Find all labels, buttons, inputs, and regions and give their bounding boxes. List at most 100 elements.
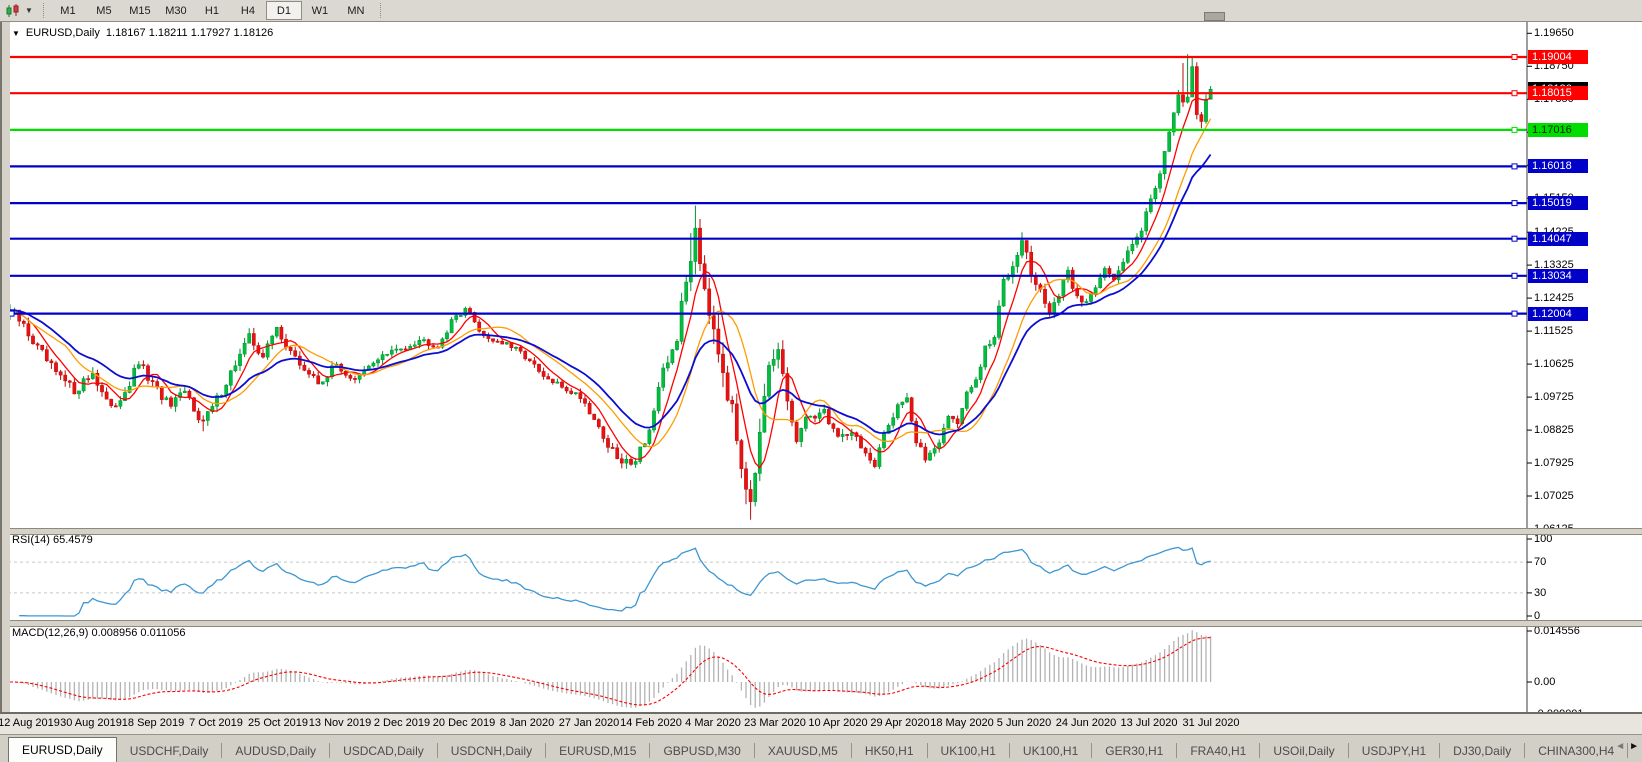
tab-FRA40,H1[interactable]: FRA40,H1 — [1177, 739, 1259, 762]
date-label: 4 Mar 2020 — [685, 717, 741, 729]
moving-average-line-fast — [9, 97, 1211, 469]
date-label: 23 Mar 2020 — [744, 717, 806, 729]
level-price-label: 1.13034 — [1528, 269, 1588, 283]
timeframe-button-H1[interactable]: H1 — [194, 1, 230, 20]
horizontal-level-lines[interactable] — [8, 54, 1527, 317]
toolbar: ▼ M1 M5 M15 M30 H1 H4 D1 W1 MN — [0, 0, 1642, 22]
timeframe-button-M5[interactable]: M5 — [86, 1, 122, 20]
level-price-label: 1.15019 — [1528, 196, 1588, 210]
tab-CHINA300,H4[interactable]: CHINA300,H4 — [1525, 739, 1627, 762]
tab-EURUSD,Daily[interactable]: EURUSD,Daily — [8, 737, 117, 762]
chart-canvas[interactable] — [0, 0, 1642, 761]
level-price-label: 1.19004 — [1528, 50, 1588, 64]
chart-title: ▼ EURUSD,Daily 1.18167 1.18211 1.17927 1… — [12, 27, 273, 39]
date-label: 10 Apr 2020 — [808, 717, 868, 729]
date-label: 31 Jul 2020 — [1182, 717, 1240, 729]
level-handle[interactable] — [1511, 272, 1518, 279]
tab-USDJPY,H1[interactable]: USDJPY,H1 — [1349, 739, 1439, 762]
tab-scroll-right-icon[interactable]: ► — [1629, 741, 1639, 752]
toolbar-grip-end — [379, 3, 381, 18]
price-tick-label: 1.19650 — [1534, 27, 1574, 39]
tab-HK50,H1[interactable]: HK50,H1 — [852, 739, 927, 762]
price-tick-label: 1.08825 — [1534, 424, 1574, 436]
timeframe-button-D1[interactable]: D1 — [265, 1, 302, 20]
price-tick-label: 1.07925 — [1534, 457, 1574, 469]
price-tick-label: 1.09725 — [1534, 391, 1574, 403]
tab-USDCNH,Daily[interactable]: USDCNH,Daily — [438, 739, 545, 762]
macd-signal-line — [10, 636, 1211, 706]
date-label: 13 Jul 2020 — [1120, 717, 1178, 729]
candles-layer — [8, 54, 1213, 520]
level-handle[interactable] — [1511, 126, 1518, 133]
date-label: 8 Jan 2020 — [499, 717, 555, 729]
level-price-label: 1.12004 — [1528, 307, 1588, 321]
macd-axis-label: 0.00 — [1534, 676, 1556, 688]
tab-scroll-controls: ◄ ► — [1615, 741, 1639, 752]
price-tick-label: 1.10625 — [1534, 358, 1574, 370]
chart-bottom-border — [0, 712, 1642, 714]
timeframe-button-H4[interactable]: H4 — [230, 1, 266, 20]
window-left-border — [0, 21, 10, 712]
rsi-level-lines — [8, 561, 1527, 594]
date-label: 5 Jun 2020 — [996, 717, 1052, 729]
tab-USOil,Daily[interactable]: USOil,Daily — [1260, 739, 1347, 762]
level-handle[interactable] — [1511, 90, 1518, 97]
toolbar-grip — [42, 3, 44, 18]
price-tick-label: 1.11525 — [1534, 325, 1573, 337]
timeframe-button-M30[interactable]: M30 — [158, 1, 194, 20]
chart-hscroll-thumb[interactable] — [1204, 12, 1225, 21]
tab-USDCHF,Daily[interactable]: USDCHF,Daily — [117, 739, 222, 762]
tab-EURUSD,M15[interactable]: EURUSD,M15 — [546, 739, 649, 762]
chart-tab-bar: EURUSD,Daily USDCHF,Daily AUDUSD,Daily USDC… — [0, 734, 1642, 762]
chart-collapse-icon[interactable]: ▼ — [12, 29, 20, 38]
timeframe-button-MN[interactable]: MN — [338, 1, 374, 20]
tab-UK100,H1[interactable]: UK100,H1 — [1010, 739, 1091, 762]
level-handle[interactable] — [1511, 200, 1518, 207]
price-tick-label: 1.07025 — [1534, 490, 1574, 502]
date-label: 29 Apr 2020 — [870, 717, 930, 729]
date-label: 30 Aug 2019 — [60, 717, 122, 729]
tab-UK100,H1[interactable]: UK100,H1 — [928, 739, 1009, 762]
chart-type-dropdown-caret-icon[interactable]: ▼ — [25, 6, 33, 15]
rsi-indicator-label: RSI(14) 65.4579 — [12, 534, 93, 546]
time-axis[interactable]: 12 Aug 2019 30 Aug 2019 18 Sep 2019 7 Oct 2… — [0, 714, 1642, 734]
date-label: 7 Oct 2019 — [189, 717, 243, 729]
chart-symbol-label: EURUSD,Daily — [25, 27, 100, 39]
level-handle[interactable] — [1511, 54, 1518, 60]
level-price-label: 1.16018 — [1528, 159, 1588, 173]
timeframe-button-M15[interactable]: M15 — [122, 1, 158, 20]
tab-GER30,H1[interactable]: GER30,H1 — [1092, 739, 1176, 762]
tab-AUDUSD,Daily[interactable]: AUDUSD,Daily — [222, 739, 329, 762]
date-label: 20 Dec 2019 — [432, 717, 496, 729]
pane-splitter-macd[interactable] — [0, 620, 1642, 627]
level-price-label: 1.18015 — [1528, 86, 1588, 100]
macd-indicator-label: MACD(12,26,9) 0.008956 0.011056 — [12, 627, 186, 639]
level-handle[interactable] — [1511, 235, 1518, 242]
date-label: 24 Jun 2020 — [1055, 717, 1117, 729]
level-handle[interactable] — [1511, 310, 1518, 317]
date-label: 25 Oct 2019 — [248, 717, 308, 729]
rsi-axis-label: 30 — [1534, 587, 1547, 599]
level-price-label: 1.14047 — [1528, 232, 1588, 246]
date-label: 2 Dec 2019 — [373, 717, 431, 729]
tab-DJ30,Daily[interactable]: DJ30,Daily — [1440, 739, 1524, 762]
pane-splitter-rsi[interactable] — [0, 528, 1642, 535]
rsi-axis-label: 70 — [1534, 556, 1547, 568]
date-label: 27 Jan 2020 — [558, 717, 620, 729]
chart-ohlc-values: 1.18167 1.18211 1.17927 1.18126 — [105, 27, 274, 39]
tab-XAUUSD,M5[interactable]: XAUUSD,M5 — [755, 739, 851, 762]
level-handle[interactable] — [1511, 163, 1518, 170]
timeframe-button-W1[interactable]: W1 — [302, 1, 338, 20]
timeframe-button-M1[interactable]: M1 — [50, 1, 86, 20]
level-price-label: 1.17016 — [1528, 123, 1588, 137]
tab-scroll-left-icon[interactable]: ◄ — [1615, 741, 1625, 752]
timeframe-button-group: M1 M5 M15 M30 H1 H4 D1 W1 MN — [50, 1, 374, 20]
candlestick-chart-icon[interactable] — [3, 3, 25, 19]
tab-GBPUSD,M30[interactable]: GBPUSD,M30 — [650, 739, 753, 762]
date-label: 18 Sep 2019 — [121, 717, 185, 729]
date-label: 14 Feb 2020 — [620, 717, 682, 729]
trading-terminal: { "toolbar": { "chart_type_icon": "candl… — [0, 0, 1642, 762]
tab-USDCAD,Daily[interactable]: USDCAD,Daily — [330, 739, 437, 762]
date-label: 12 Aug 2019 — [0, 717, 60, 729]
date-label: 13 Nov 2019 — [308, 717, 372, 729]
